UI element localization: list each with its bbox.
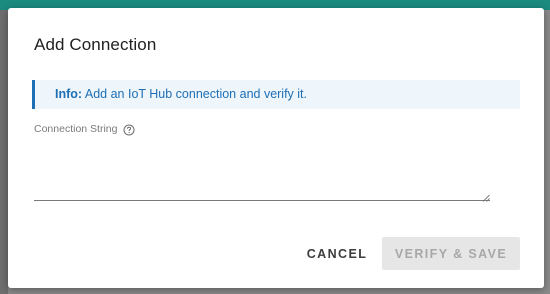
cancel-button[interactable]: CANCEL	[300, 237, 374, 270]
backdrop-sidebar-strip	[0, 10, 8, 294]
connection-string-field-wrapper	[34, 146, 490, 202]
dialog-title: Add Connection	[34, 35, 157, 54]
info-banner: Info: Add an IoT Hub connection and veri…	[32, 80, 520, 109]
info-text: Info: Add an IoT Hub connection and veri…	[55, 87, 307, 101]
add-connection-dialog: Add Connection Info: Add an IoT Hub conn…	[8, 8, 544, 288]
resize-handle-icon[interactable]	[482, 189, 490, 202]
connection-string-label: Connection String	[34, 123, 118, 135]
verify-save-button[interactable]: VERIFY & SAVE	[382, 237, 520, 270]
connection-string-label-row: Connection String	[34, 123, 135, 136]
connection-string-input[interactable]	[34, 146, 490, 200]
question-circle-icon[interactable]	[123, 123, 135, 136]
info-prefix: Info:	[55, 87, 83, 101]
info-message: Add an IoT Hub connection and verify it.	[84, 87, 308, 101]
